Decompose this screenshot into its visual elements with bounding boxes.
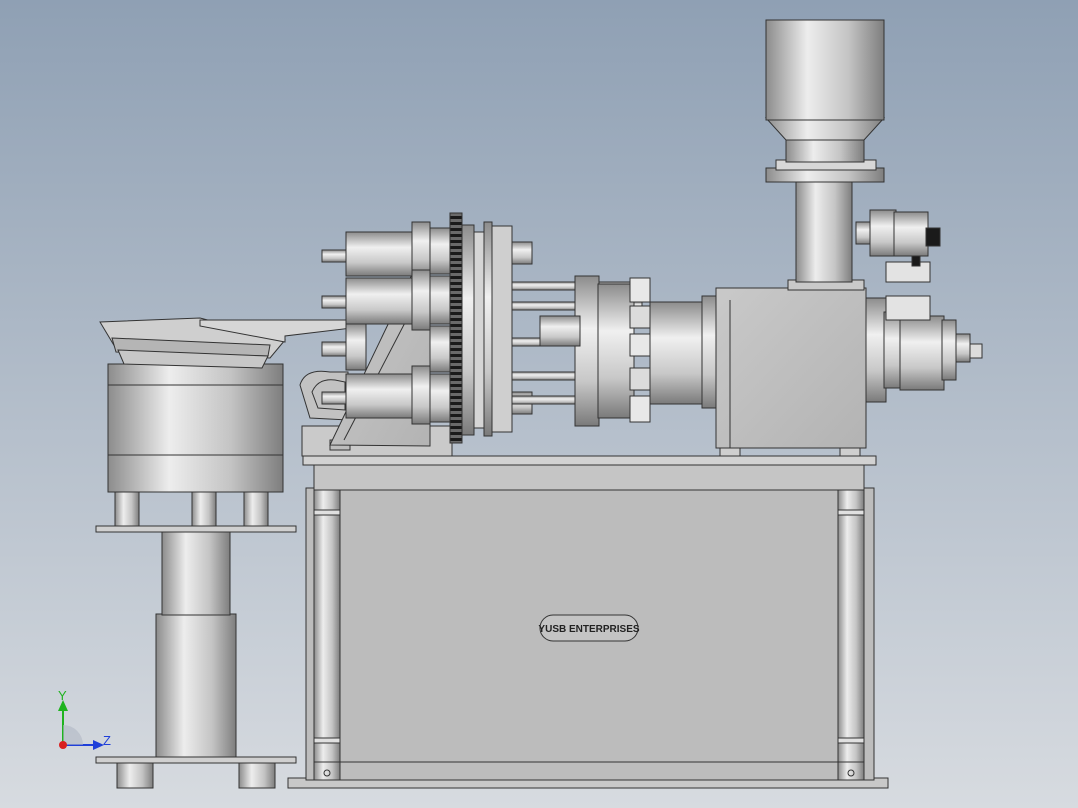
y-axis-label: Y [58, 688, 67, 703]
z-axis-label: Z [103, 733, 111, 748]
nameplate-text: YUSB ENTERPRISES [538, 624, 639, 635]
machine-assembly-model: YUSB ENTERPRISES Y Z [0, 0, 1078, 808]
x-axis-origin [59, 741, 67, 749]
cad-viewport[interactable]: YUSB ENTERPRISES Y Z [0, 0, 1078, 808]
nameplate: YUSB ENTERPRISES [538, 614, 640, 642]
